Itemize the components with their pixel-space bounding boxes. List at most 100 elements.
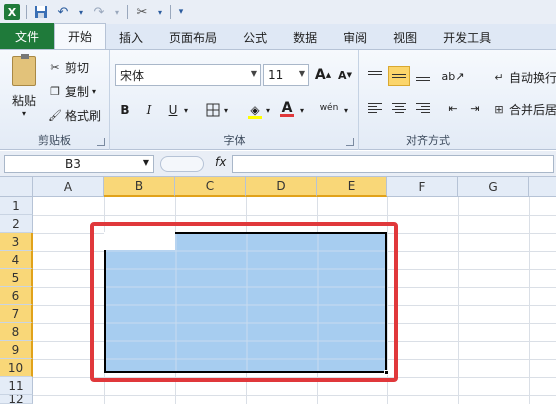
font-color-button[interactable]: A [277,98,297,118]
undo-icon[interactable]: ↶ [55,4,71,20]
underline-button[interactable]: U [163,100,183,120]
tab-home[interactable]: 开始 [54,23,107,49]
tools-icon[interactable]: ✂ [134,4,150,20]
row-header-7[interactable]: 7 [0,305,33,323]
font-name-value: 宋体 [120,68,145,83]
align-bottom-icon [416,77,430,81]
font-name-select[interactable]: 宋体 ▼ [115,64,261,86]
clipboard-group: 粘贴 ▾ ✂ 剪切 ❐ 复制 ▾ 🖌 格式刷 剪贴板 [0,50,110,150]
clipboard-launcher-icon[interactable] [97,138,105,146]
decrease-indent-icon: ⇤ [448,101,458,115]
column-header-b[interactable]: B [104,177,175,197]
undo-dropdown-icon[interactable]: ▾ [77,4,85,20]
column-header-e[interactable]: E [317,177,387,197]
row-header-4[interactable]: 4 [0,251,33,269]
row-header-3[interactable]: 3 [0,233,33,251]
phonetic-dropdown-icon[interactable]: ▾ [341,100,351,120]
formula-bar-splitter[interactable] [160,156,204,172]
font-launcher-icon[interactable] [346,138,354,146]
column-header-g[interactable]: G [458,177,529,197]
tab-file[interactable]: 文件 [0,23,55,49]
tab-view[interactable]: 视图 [380,25,430,49]
shrink-font-icon: A [338,68,347,82]
align-top-icon [368,71,382,75]
increase-indent-icon: ⇥ [470,101,480,115]
align-left-button[interactable] [364,98,386,118]
merge-center-label: 合并后居 [509,102,556,117]
row-header-10[interactable]: 10 [0,359,33,377]
increase-indent-button[interactable]: ⇥ [464,98,486,118]
column-header-d[interactable]: D [246,177,317,197]
select-all-corner[interactable] [0,177,33,197]
column-header-a[interactable]: A [33,177,104,197]
fill-color-button[interactable]: ◈ [245,100,265,120]
underline-icon: U [168,103,178,117]
orientation-button[interactable]: ab↗ [442,66,465,86]
column-header-f[interactable]: F [387,177,458,197]
align-center-button[interactable] [388,98,410,118]
row-header-12[interactable]: 12 [0,395,33,404]
cut-button[interactable]: ✂ 剪切 [48,58,89,76]
formula-input[interactable] [232,155,554,173]
column-header-c[interactable]: C [175,177,246,197]
copy-dropdown-icon[interactable]: ▾ [92,87,96,96]
column-header-h[interactable] [529,177,556,197]
font-color-dropdown-icon[interactable]: ▾ [297,100,307,120]
fill-color-dropdown-icon[interactable]: ▾ [263,100,273,120]
row-header-5[interactable]: 5 [0,269,33,287]
name-box[interactable]: B3 ▼ [4,155,154,173]
gridline [33,215,556,216]
customize-toolbar-icon[interactable]: ▾ [177,4,185,20]
row-header-11[interactable]: 11 [0,377,33,395]
redo-icon[interactable]: ↷ [91,4,107,20]
name-box-dropdown-icon[interactable]: ▼ [143,158,149,167]
chevron-down-icon: ▼ [250,69,257,78]
align-bottom-button[interactable] [412,66,434,86]
align-top-button[interactable] [364,66,386,86]
tab-data[interactable]: 数据 [280,25,330,49]
row-header-9[interactable]: 9 [0,341,33,359]
format-painter-label: 格式刷 [65,108,102,123]
copy-label: 复制 [65,84,90,99]
phonetic-button[interactable]: wén [317,98,341,118]
borders-dropdown-icon[interactable]: ▾ [221,100,231,120]
gridline [33,395,556,396]
underline-dropdown-icon[interactable]: ▾ [181,100,191,120]
paste-button[interactable]: 粘贴 ▾ [6,54,42,122]
redo-dropdown-icon[interactable]: ▾ [113,4,121,20]
wrap-text-icon: ↵ [494,70,504,84]
spreadsheet-grid[interactable]: A B C D E F G 1 2 3 4 5 6 7 8 9 10 11 12 [0,177,556,404]
wrap-text-button[interactable]: ↵ 自动换行 [492,68,556,86]
align-right-button[interactable] [412,98,434,118]
row-header-8[interactable]: 8 [0,323,33,341]
italic-button[interactable]: I [139,100,159,120]
copy-button[interactable]: ❐ 复制 ▾ [48,82,96,100]
tab-insert[interactable]: 插入 [106,25,156,49]
bold-button[interactable]: B [115,100,135,120]
format-painter-button[interactable]: 🖌 格式刷 [48,106,101,124]
row-header-1[interactable]: 1 [0,197,33,215]
font-size-select[interactable]: 11 ▼ [263,64,309,86]
tab-formulas[interactable]: 公式 [230,25,280,49]
insert-function-button[interactable]: fx [215,155,226,169]
grow-font-button[interactable]: A ▲ [313,65,333,85]
font-size-value: 11 [268,68,284,82]
tab-page-layout[interactable]: 页面布局 [156,25,230,49]
paste-dropdown-icon[interactable]: ▾ [22,109,26,118]
wrap-text-label: 自动换行 [509,70,556,85]
gridline [529,197,530,404]
borders-button[interactable] [203,100,223,120]
decrease-indent-button[interactable]: ⇤ [442,98,464,118]
clipboard-group-label: 剪贴板 [38,134,71,147]
save-icon[interactable] [33,4,49,20]
shrink-font-button[interactable]: A ▼ [335,65,355,85]
copy-icon: ❐ [50,84,60,98]
tab-review[interactable]: 审阅 [330,25,380,49]
row-header-6[interactable]: 6 [0,287,33,305]
align-middle-button[interactable] [388,66,410,86]
paste-icon [12,54,36,86]
row-header-2[interactable]: 2 [0,215,33,233]
merge-center-button[interactable]: ⊞ 合并后居 [492,100,556,118]
tools-dropdown-icon[interactable]: ▾ [156,4,164,20]
tab-developer[interactable]: 开发工具 [430,25,504,49]
